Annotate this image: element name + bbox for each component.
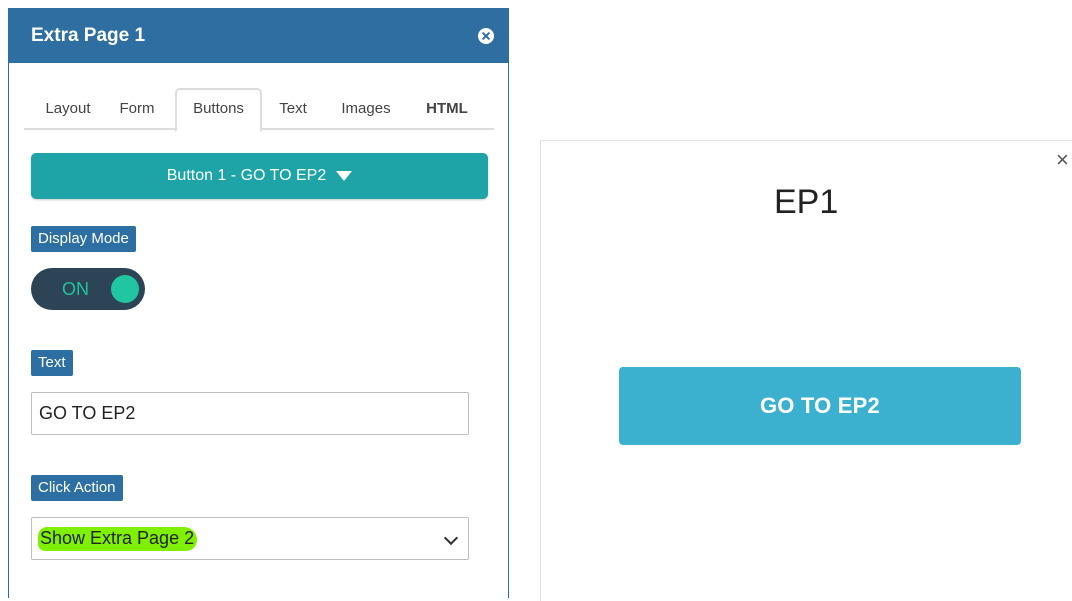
- toggle-knob: [111, 275, 139, 303]
- click-action-label: Click Action: [31, 475, 123, 501]
- button-selector-dropdown[interactable]: Button 1 - GO TO EP2: [31, 153, 488, 199]
- chevron-down-icon: [443, 530, 459, 546]
- go-to-ep2-button[interactable]: GO TO EP2: [619, 367, 1021, 445]
- editor-panel: Extra Page 1 Layout Form Buttons Text Im…: [8, 8, 509, 598]
- tab-buttons[interactable]: Buttons: [175, 88, 262, 132]
- click-action-select[interactable]: Show Extra Page 2: [31, 517, 469, 560]
- panel-title: Extra Page 1: [31, 25, 146, 46]
- text-label: Text: [31, 350, 73, 376]
- tab-html[interactable]: HTML: [414, 88, 480, 130]
- panel-header: Extra Page 1: [9, 9, 508, 63]
- close-circle-icon[interactable]: [478, 28, 494, 44]
- tab-text[interactable]: Text: [271, 88, 315, 130]
- close-icon[interactable]: ×: [1056, 149, 1069, 171]
- button-text-input[interactable]: [31, 392, 469, 435]
- caret-down-icon: [336, 171, 353, 181]
- display-mode-toggle[interactable]: ON: [31, 268, 145, 310]
- tab-bar: Layout Form Buttons Text Images HTML: [24, 88, 494, 132]
- tab-layout[interactable]: Layout: [36, 88, 100, 130]
- tab-form[interactable]: Form: [110, 88, 164, 130]
- display-mode-label: Display Mode: [31, 226, 136, 252]
- toggle-state-text: ON: [62, 279, 89, 299]
- click-action-selected-value: Show Extra Page 2: [38, 527, 198, 551]
- go-to-ep2-button-label: GO TO EP2: [760, 393, 880, 418]
- preview-title: EP1: [774, 183, 839, 221]
- page-preview: × EP1 GO TO EP2: [540, 140, 1072, 601]
- tab-images[interactable]: Images: [329, 88, 403, 130]
- button-selector-label: Button 1 - GO TO EP2: [166, 167, 327, 184]
